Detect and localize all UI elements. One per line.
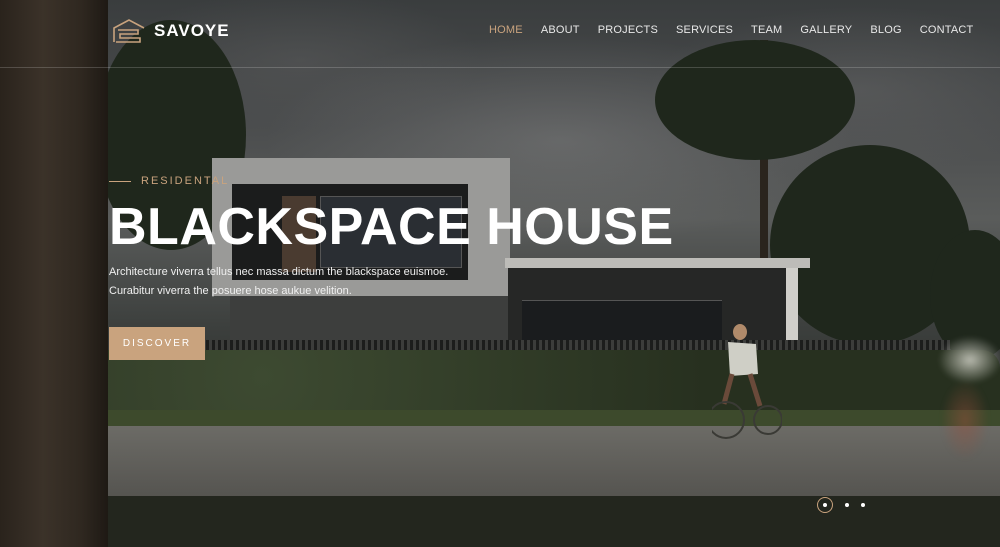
brand-logo[interactable]: SAVOYE xyxy=(112,18,230,44)
hedge xyxy=(78,350,1000,416)
house-column xyxy=(786,268,798,350)
hero-subtitle-text: RESIDENTAL xyxy=(141,175,230,187)
nav-item-gallery[interactable]: GALLERY xyxy=(800,24,852,36)
slide-dot-active[interactable] xyxy=(817,497,833,513)
hero-subtitle: RESIDENTAL xyxy=(109,175,674,187)
slider-pagination xyxy=(817,497,865,513)
gravel-road xyxy=(78,426,1000,500)
slide-dot-center xyxy=(823,503,827,507)
hero-slider: SAVOYE HOME ABOUT PROJECTS SERVICES TEAM… xyxy=(0,0,1000,547)
hero-description-line: Curabitur viverra the posuere hose aukue… xyxy=(109,285,352,297)
pine-tree-crown xyxy=(655,40,855,160)
subtitle-line xyxy=(109,180,131,182)
slide-dot[interactable] xyxy=(845,503,849,507)
nav-item-services[interactable]: SERVICES xyxy=(676,24,733,36)
hero-description-line: Architecture viverra tellus nec massa di… xyxy=(109,266,449,278)
hero-caption: RESIDENTAL BLACKSPACE HOUSE Architecture… xyxy=(109,175,674,301)
nav-item-home[interactable]: HOME xyxy=(489,24,523,36)
nav-item-blog[interactable]: BLOG xyxy=(870,24,901,36)
nav-item-team[interactable]: TEAM xyxy=(751,24,782,36)
hero-title: BLACKSPACE HOUSE xyxy=(109,198,674,256)
nav-item-projects[interactable]: PROJECTS xyxy=(598,24,658,36)
hero-description: Architecture viverra tellus nec massa di… xyxy=(109,263,674,301)
main-nav: HOME ABOUT PROJECTS SERVICES TEAM GALLER… xyxy=(489,24,973,36)
foreground-tree-trunk xyxy=(0,0,108,547)
nav-item-about[interactable]: ABOUT xyxy=(541,24,580,36)
slide-dot[interactable] xyxy=(861,503,865,507)
brand-name: SAVOYE xyxy=(154,21,230,40)
discover-button[interactable]: DISCOVER xyxy=(109,327,205,360)
cyclist-figure xyxy=(712,324,782,439)
blurred-cyclist xyxy=(925,330,1000,460)
header-divider xyxy=(0,67,1000,68)
nav-item-contact[interactable]: CONTACT xyxy=(920,24,974,36)
logo-mark-icon xyxy=(113,19,145,43)
